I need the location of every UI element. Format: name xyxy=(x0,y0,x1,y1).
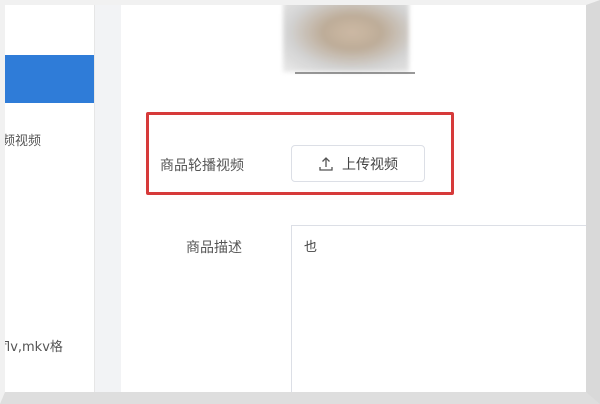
thumbnail-underline xyxy=(295,72,415,74)
gutter xyxy=(95,0,121,404)
sidebar-partial-text: 频视频 xyxy=(2,134,42,149)
upload-video-button[interactable]: 上传视频 xyxy=(291,145,425,182)
sidebar-format-hint: flv,mkv格 xyxy=(2,340,63,355)
description-text: 也 xyxy=(304,240,318,255)
description-label: 商品描述 xyxy=(186,240,242,256)
upload-video-button-label: 上传视频 xyxy=(342,156,398,173)
product-image-thumbnail xyxy=(283,0,409,72)
upload-icon xyxy=(318,156,334,172)
left-panel: 频视频 flv,mkv格 xyxy=(0,0,95,404)
carousel-video-label: 商品轮播视频 xyxy=(160,158,244,174)
sidebar-active-item[interactable] xyxy=(0,55,94,103)
description-textarea[interactable]: 也 xyxy=(291,225,591,404)
